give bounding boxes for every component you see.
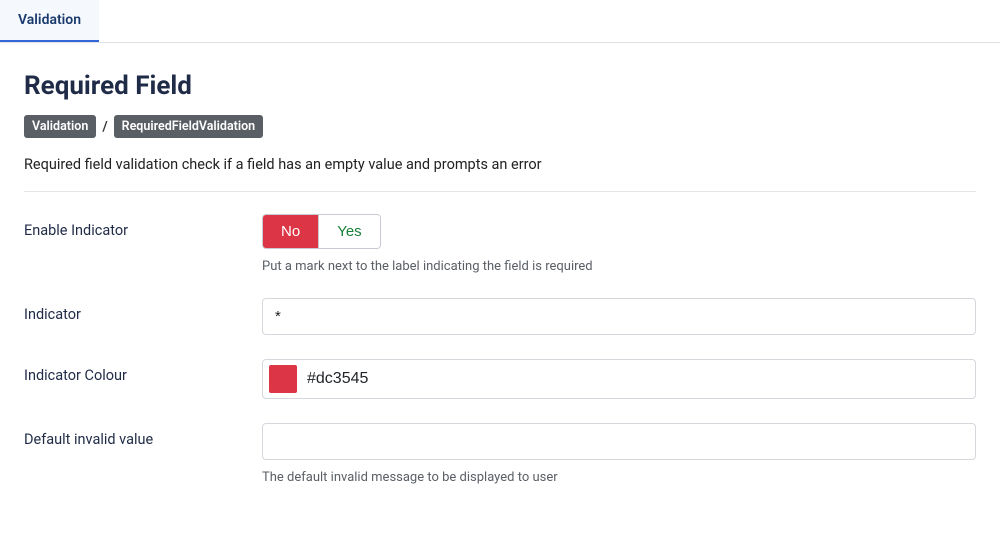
enable-indicator-help: Put a mark next to the label indicating … [262, 259, 976, 274]
indicator-colour-field [262, 359, 976, 399]
indicator-input[interactable] [262, 298, 976, 335]
field-row-indicator: Indicator [24, 298, 976, 335]
page-title: Required Field [24, 71, 976, 101]
default-invalid-help: The default invalid message to be displa… [262, 470, 976, 485]
default-invalid-label: Default invalid value [24, 423, 262, 448]
section-divider [24, 191, 976, 192]
page-description: Required field validation check if a fie… [24, 156, 976, 173]
enable-indicator-label: Enable Indicator [24, 214, 262, 239]
enable-indicator-yes-button[interactable]: Yes [318, 215, 379, 248]
breadcrumb-item-validation[interactable]: Validation [24, 115, 96, 138]
indicator-colour-label: Indicator Colour [24, 359, 262, 384]
breadcrumb-item-requiredfieldvalidation[interactable]: RequiredFieldValidation [114, 115, 264, 138]
content-area: Required Field Validation / RequiredFiel… [0, 43, 1000, 533]
breadcrumb: Validation / RequiredFieldValidation [24, 115, 976, 138]
breadcrumb-separator: / [102, 119, 107, 135]
field-row-indicator-colour: Indicator Colour [24, 359, 976, 399]
tab-bar: Validation [0, 0, 1000, 43]
field-row-enable-indicator: Enable Indicator No Yes Put a mark next … [24, 214, 976, 274]
enable-indicator-toggle: No Yes [262, 214, 381, 249]
colour-swatch[interactable] [269, 365, 297, 393]
field-row-default-invalid: Default invalid value The default invali… [24, 423, 976, 485]
default-invalid-input[interactable] [262, 423, 976, 460]
indicator-colour-input[interactable] [307, 370, 969, 388]
indicator-label: Indicator [24, 298, 262, 323]
tab-validation[interactable]: Validation [0, 0, 99, 42]
enable-indicator-no-button[interactable]: No [263, 215, 318, 248]
